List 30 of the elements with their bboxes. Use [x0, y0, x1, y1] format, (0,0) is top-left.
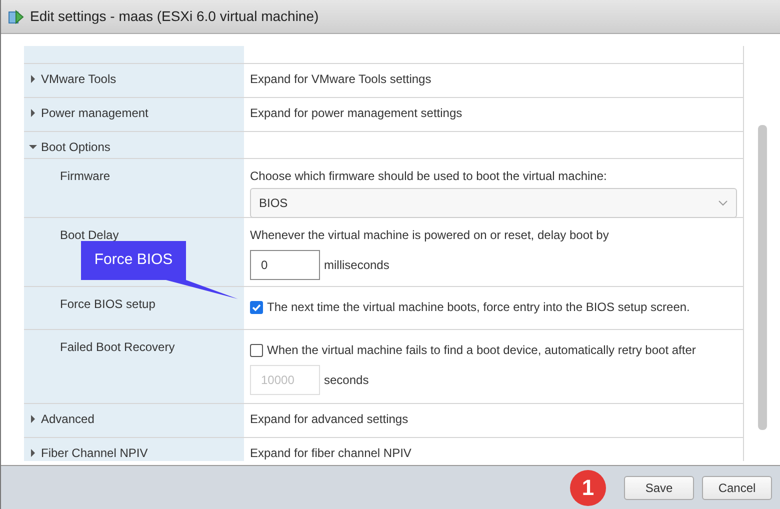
caret-down-icon[interactable] — [29, 143, 37, 151]
setting-label: Boot Delay — [60, 227, 119, 244]
section-description: Expand for VMware Tools settings — [250, 71, 432, 88]
checkbox-label: When the virtual machine fails to find a boot device, automatically retry boot after — [267, 342, 696, 359]
setting-label: Firmware — [60, 168, 110, 185]
unit-label: milliseconds — [324, 257, 390, 274]
caret-right-icon[interactable] — [29, 449, 37, 457]
checkbox[interactable] — [250, 300, 263, 314]
firmware-select[interactable]: BIOS — [250, 188, 737, 218]
scrollbar-thumb[interactable] — [758, 125, 766, 430]
section-toggle[interactable]: Advanced — [29, 410, 94, 428]
checkbox-label: The next time the virtual machine boots, force entry into the BIOS setup screen. — [267, 299, 690, 316]
window-title: Edit settings - maas (ESXi 6.0 virtual machine) — [30, 7, 319, 26]
section-description: Expand for fiber channel NPIV — [250, 445, 412, 461]
chevron-down-icon — [718, 200, 728, 206]
vm-icon — [8, 8, 24, 24]
section-description: Expand for power management settings — [250, 105, 462, 122]
save-button[interactable]: Save — [624, 476, 694, 500]
caret-right-icon[interactable] — [29, 415, 37, 423]
setting-label: Failed Boot Recovery — [60, 339, 175, 356]
setting-description: Whenever the virtual machine is powered on or reset, delay boot by — [250, 227, 610, 244]
cancel-button[interactable]: Cancel — [702, 476, 772, 500]
caret-right-icon[interactable] — [29, 109, 37, 117]
number-field[interactable]: 0 — [250, 250, 320, 280]
step-badge: 1 — [570, 470, 606, 506]
setting-label: Force BIOS setup — [60, 296, 156, 313]
setting-description: Choose which firmware should be used to boot the virtual machine: — [250, 168, 608, 185]
caret-right-icon[interactable] — [29, 75, 37, 83]
section-description: Expand for advanced settings — [250, 411, 408, 428]
unit-label: seconds — [324, 372, 369, 389]
